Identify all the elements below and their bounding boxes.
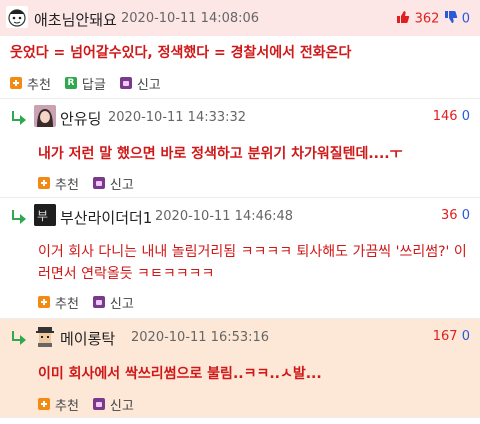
comment-4: 메이롱탁 2020-10-11 16:53:16 167 0 이미 회사에서 싹… — [0, 319, 480, 417]
downvote-count: 0 — [461, 109, 470, 124]
downvote-count: 0 — [461, 208, 470, 223]
recommend-button[interactable]: 추천 — [38, 395, 79, 414]
author-name[interactable]: 애초님안돼요 — [34, 9, 117, 30]
upvote-count: 36 — [441, 208, 458, 223]
comment-text: 이미 회사에서 싹쓰리썸으로 불림..ㅋㅋ..ㅅ발... — [38, 366, 322, 382]
comment-text: 내가 저런 말 했으면 바로 정색하고 분위기 차가워질텐데....ㅜ — [38, 146, 403, 162]
comment-3: 부 부산라이더더1 2020-10-11 14:46:48 36 0 이거 회사… — [0, 198, 480, 318]
report-icon — [119, 77, 132, 89]
avatar[interactable] — [34, 325, 56, 347]
recommend-button[interactable]: 추천 — [10, 74, 51, 93]
plus-icon — [10, 77, 22, 89]
comment-1: 애초님안돼요 2020-10-11 14:08:06 362 0 웃었다 = 넘… — [0, 0, 480, 98]
comment-date: 2020-10-11 16:53:16 — [131, 330, 270, 345]
vote-counts: 36 0 — [441, 208, 470, 223]
divider — [0, 417, 480, 418]
upvote-count: 167 — [432, 329, 458, 344]
comment-date: 2020-10-11 14:33:32 — [108, 110, 247, 125]
comment-actions: 추천 신고 — [38, 174, 148, 193]
upvote-count: 146 — [432, 109, 458, 124]
vote-counts: 167 0 — [433, 329, 470, 344]
report-button[interactable]: 신고 — [92, 293, 134, 312]
svg-text:부: 부 — [37, 209, 48, 223]
comment-date: 2020-10-11 14:08:06 — [121, 11, 260, 26]
comment-header: 애초님안돼요 2020-10-11 14:08:06 362 0 — [0, 0, 480, 36]
author-name[interactable]: 안유딩 — [60, 108, 101, 129]
avatar[interactable]: 부 — [34, 204, 56, 226]
reply-arrow-icon — [10, 111, 28, 125]
comment-date: 2020-10-11 14:46:48 — [155, 209, 294, 224]
reply-button[interactable]: R 답글 — [64, 74, 106, 93]
recommend-button[interactable]: 추천 — [38, 293, 79, 312]
report-icon — [92, 398, 105, 410]
upvote-count: 362 — [414, 11, 440, 27]
comment-actions: 추천 신고 — [38, 293, 148, 312]
thumbs-up-icon[interactable] — [396, 10, 410, 28]
downvote-count: 0 — [461, 11, 470, 27]
author-name[interactable]: 메이롱탁 — [60, 328, 115, 349]
report-button[interactable]: 신고 — [92, 395, 134, 414]
comment-2: 안유딩 2020-10-11 14:33:32 146 0 내가 저런 말 했으… — [0, 99, 480, 197]
report-button[interactable]: 신고 — [119, 74, 161, 93]
report-icon — [92, 177, 105, 189]
plus-icon — [38, 177, 50, 189]
plus-icon — [38, 296, 50, 308]
comment-text: 이거 회사 다니는 내내 놀림거리됨 ㅋㅋㅋㅋ 퇴사해도 가끔씩 '쓰리썸?' … — [38, 244, 467, 282]
comment-actions: 추천 신고 — [38, 395, 148, 414]
comment-actions: 추천 R 답글 신고 — [10, 74, 175, 93]
report-icon — [92, 296, 105, 308]
vote-counts: 146 0 — [433, 109, 470, 124]
recommend-button[interactable]: 추천 — [38, 174, 79, 193]
downvote-count: 0 — [461, 329, 470, 344]
reply-arrow-icon — [10, 331, 28, 345]
avatar[interactable] — [6, 6, 28, 28]
avatar[interactable] — [34, 105, 56, 127]
comment-text: 웃었다 = 넘어갈수있다, 정색했다 = 경찰서에서 전화온다 — [10, 45, 352, 61]
reply-arrow-icon — [10, 210, 28, 224]
report-button[interactable]: 신고 — [92, 174, 134, 193]
plus-icon — [38, 398, 50, 410]
author-name[interactable]: 부산라이더더1 — [60, 207, 152, 228]
vote-counts: 362 0 — [396, 10, 470, 28]
reply-icon: R — [64, 77, 77, 89]
thumbs-down-icon[interactable] — [444, 10, 458, 28]
